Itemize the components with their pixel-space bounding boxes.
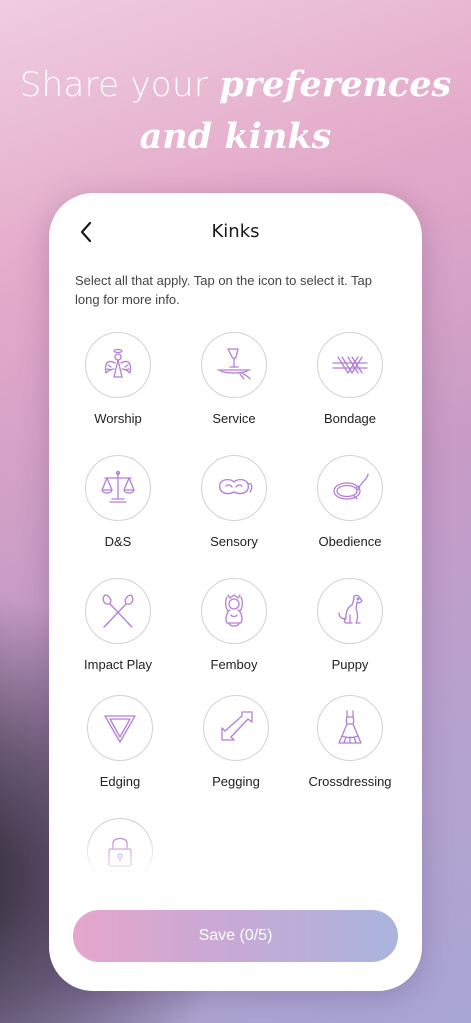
kink-label: Crossdressing — [308, 774, 392, 789]
double-arrow-icon — [221, 711, 253, 741]
kink-puppy[interactable]: Puppy — [292, 578, 408, 672]
kink-icon-circle[interactable] — [87, 818, 153, 872]
kink-bondage[interactable]: Bondage — [292, 332, 408, 426]
kink-label: Sensory — [210, 534, 258, 549]
scales-icon — [101, 470, 135, 503]
rope-icon — [332, 356, 368, 374]
kink-icon-circle[interactable] — [87, 695, 153, 761]
save-button[interactable]: Save (0/5) — [73, 910, 398, 962]
kink-edging[interactable]: Edging — [62, 695, 178, 789]
kink-obedience[interactable]: Obedience — [292, 455, 408, 549]
kink-icon-circle[interactable] — [85, 332, 151, 398]
kink-femboy[interactable]: Femboy — [176, 578, 292, 672]
page-title: Kinks — [211, 221, 260, 242]
kink-label: Bondage — [323, 411, 377, 426]
kink-icon-circle[interactable] — [201, 455, 267, 521]
headline-text: Share your — [19, 65, 220, 105]
kink-icon-circle[interactable] — [317, 578, 383, 644]
kink-icon-circle[interactable] — [317, 455, 383, 521]
kink-label: Edging — [99, 774, 141, 789]
dog-icon — [338, 594, 363, 624]
kink-icon-circle[interactable] — [317, 695, 383, 761]
kink-icon-circle[interactable] — [317, 332, 383, 398]
kink-label: Femboy — [210, 657, 258, 672]
kink-label: D&S — [104, 534, 132, 549]
kink-icon-circle[interactable] — [201, 332, 267, 398]
instructions-text: Select all that apply. Tap on the icon t… — [75, 273, 373, 307]
phone-screen: Kinks Select all that apply. Tap on the … — [49, 193, 422, 991]
kinks-grid: Worship Service Bondage D&S Sensory Obed… — [49, 332, 422, 872]
kink-icon-circle[interactable] — [85, 578, 151, 644]
leash-icon — [333, 473, 369, 500]
kink-label: Worship — [94, 411, 142, 426]
kink-label: Obedience — [318, 534, 382, 549]
headline-emphasis-1: preferences — [219, 64, 452, 105]
kink-label: Puppy — [331, 657, 369, 672]
lock-icon — [108, 837, 132, 867]
paddles-icon — [102, 594, 134, 628]
kink-sensory[interactable]: Sensory — [176, 455, 292, 549]
femboy-icon — [224, 594, 244, 627]
kink-label: Service — [212, 411, 256, 426]
kink-worship[interactable]: Worship — [60, 332, 176, 426]
kink-locked[interactable] — [62, 818, 178, 872]
kink-impact-play[interactable]: Impact Play — [60, 578, 176, 672]
triangle-icon — [104, 715, 136, 743]
kink-label: Impact Play — [84, 657, 152, 672]
kink-icon-circle[interactable] — [201, 578, 267, 644]
headline-emphasis-2: and kinks — [139, 116, 332, 157]
kink-crossdressing[interactable]: Crossdressing — [292, 695, 408, 789]
headline: Share your preferences and kinks — [0, 62, 471, 160]
kink-icon-circle[interactable] — [203, 695, 269, 761]
serving-tray-icon — [217, 348, 251, 380]
blindfold-icon — [219, 478, 253, 495]
kink-icon-circle[interactable] — [85, 455, 151, 521]
angel-icon — [104, 348, 132, 378]
kink-ds[interactable]: D&S — [60, 455, 176, 549]
dress-icon — [338, 710, 362, 744]
kink-pegging[interactable]: Pegging — [178, 695, 294, 789]
kink-service[interactable]: Service — [176, 332, 292, 426]
headline-line-1: Share your preferences — [0, 62, 471, 114]
kink-label: Pegging — [212, 774, 260, 789]
